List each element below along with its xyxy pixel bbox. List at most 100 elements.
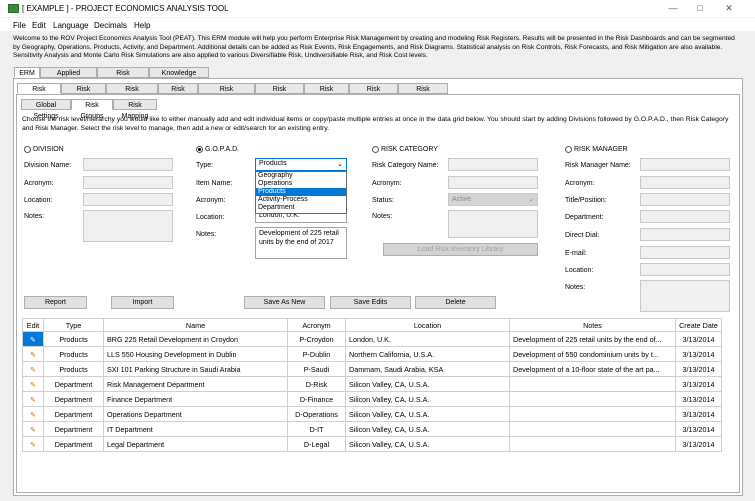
edit-pencil-icon[interactable]: ✎	[22, 436, 44, 452]
menu-language[interactable]: Language	[53, 21, 89, 30]
risk-manager-direct-dial-field[interactable]	[640, 228, 730, 241]
acronym-cell[interactable]: D-Finance	[287, 391, 346, 407]
risk-category-radio[interactable]	[372, 146, 379, 153]
option-operations[interactable]: Operations	[256, 180, 346, 188]
type-cell[interactable]: Products	[43, 346, 104, 362]
save-edits-button[interactable]: Save Edits	[330, 296, 411, 309]
acronym-cell[interactable]: P-Croydon	[287, 331, 346, 347]
notes-cell[interactable]	[509, 436, 676, 452]
risk-manager-notes-field[interactable]	[640, 280, 730, 312]
gopad-type-select[interactable]: Products ⌄	[255, 158, 347, 171]
tab-erm[interactable]: ERM	[14, 67, 40, 78]
division-acronym-field[interactable]	[83, 176, 173, 189]
edit-pencil-icon[interactable]: ✎	[22, 376, 44, 392]
gopad-notes-field[interactable]: Development of 225 retail units by the e…	[255, 227, 347, 259]
notes-cell[interactable]: Development of 550 condominium units by …	[509, 346, 676, 362]
menu-file[interactable]: File	[13, 21, 26, 30]
name-cell[interactable]: BRG 225 Retail Development in Croydon	[103, 331, 288, 347]
table-row[interactable]: ✎ Department Legal Department D-Legal Silico…	[22, 436, 722, 452]
type-cell[interactable]: Department	[43, 391, 104, 407]
risk-manager-radio[interactable]	[565, 146, 572, 153]
type-cell[interactable]: Department	[43, 421, 104, 437]
col-name-header[interactable]: Name	[103, 318, 288, 332]
location-cell[interactable]: Silicon Valley, CA, U.S.A.	[345, 421, 510, 437]
col-notes-header[interactable]: Notes	[509, 318, 676, 332]
type-cell[interactable]: Products	[43, 331, 104, 347]
notes-cell[interactable]: Development of a 10-floor state of the a…	[509, 361, 676, 377]
location-cell[interactable]: Silicon Valley, CA, U.S.A.	[345, 391, 510, 407]
tab-risk-dashboard[interactable]: Risk Dashboard	[106, 83, 158, 104]
tab-risk-mitigation[interactable]: Risk Mitigation	[398, 83, 448, 104]
acronym-cell[interactable]: D-Legal	[287, 436, 346, 452]
risk-manager-title-position-field[interactable]	[640, 193, 730, 206]
import-button[interactable]: Import	[111, 296, 174, 309]
col-edit-header[interactable]: Edit	[22, 318, 44, 332]
name-cell[interactable]: Finance Department	[103, 391, 288, 407]
division-notes-field[interactable]	[83, 210, 173, 242]
tab-knowledge-center[interactable]: Knowledge Center	[149, 67, 209, 88]
tab-applied-analytics[interactable]: Applied Analytics	[40, 67, 97, 88]
maximize-icon[interactable]: □	[687, 2, 713, 15]
create-date-cell[interactable]: 3/13/2014	[675, 331, 722, 347]
table-row[interactable]: ✎ Products BRG 225 Retail Development in C…	[22, 331, 722, 347]
notes-cell[interactable]	[509, 421, 676, 437]
menu-edit[interactable]: Edit	[32, 21, 46, 30]
name-cell[interactable]: IT Department	[103, 421, 288, 437]
name-cell[interactable]: Operations Department	[103, 406, 288, 422]
tab-risk-diagrams[interactable]: Risk Diagrams	[255, 83, 304, 104]
option-activity-process[interactable]: Activity-Process	[256, 196, 346, 204]
create-date-cell[interactable]: 3/13/2014	[675, 436, 722, 452]
table-row[interactable]: ✎ Department Finance Department D-Finance Si…	[22, 391, 722, 407]
edit-pencil-icon[interactable]: ✎	[22, 391, 44, 407]
notes-cell[interactable]	[509, 376, 676, 392]
tab-risk-register[interactable]: Risk Register	[61, 83, 106, 104]
col-location-header[interactable]: Location	[345, 318, 510, 332]
type-cell[interactable]: Department	[43, 376, 104, 392]
risk-category-acronym-field[interactable]	[448, 176, 538, 189]
create-date-cell[interactable]: 3/13/2014	[675, 421, 722, 437]
save-as-new-button[interactable]: Save As New	[244, 296, 325, 309]
menu-decimals[interactable]: Decimals	[94, 21, 127, 30]
create-date-cell[interactable]: 3/13/2014	[675, 391, 722, 407]
risk-manager-email-field[interactable]	[640, 246, 730, 259]
tab-risk-simulation[interactable]: Risk Simulation	[97, 67, 149, 88]
table-row[interactable]: ✎ Department IT Department D-IT Silicon Vall…	[22, 421, 722, 437]
location-cell[interactable]: Silicon Valley, CA, U.S.A.	[345, 376, 510, 392]
name-cell[interactable]: Risk Management Department	[103, 376, 288, 392]
location-cell[interactable]: Dammam, Saudi Arabia, KSA	[345, 361, 510, 377]
notes-cell[interactable]	[509, 391, 676, 407]
col-type-header[interactable]: Type	[43, 318, 104, 332]
close-icon[interactable]: ✕	[716, 2, 742, 15]
table-row[interactable]: ✎ Products LLS 550 Housing Development in …	[22, 346, 722, 362]
notes-cell[interactable]	[509, 406, 676, 422]
report-button[interactable]: Report	[24, 296, 87, 309]
division-name-field[interactable]	[83, 158, 173, 171]
acronym-cell[interactable]: D-Operations	[287, 406, 346, 422]
acronym-cell[interactable]: D-IT	[287, 421, 346, 437]
col-create-date-header[interactable]: Create Date	[675, 318, 722, 332]
type-cell[interactable]: Department	[43, 436, 104, 452]
acronym-cell[interactable]: P-Saudi	[287, 361, 346, 377]
risk-manager-acronym-field[interactable]	[640, 176, 730, 189]
table-row[interactable]: ✎ Department Operations Department D-Operat…	[22, 406, 722, 422]
delete-button[interactable]: Delete	[415, 296, 496, 309]
tab-risk-forecasts[interactable]: Risk Forecasts	[349, 83, 398, 104]
minimize-icon[interactable]: —	[660, 2, 686, 15]
col-acronym-header[interactable]: Acronym	[287, 318, 346, 332]
option-department[interactable]: Department	[256, 204, 346, 212]
create-date-cell[interactable]: 3/13/2014	[675, 346, 722, 362]
type-cell[interactable]: Products	[43, 361, 104, 377]
edit-pencil-icon[interactable]: ✎	[22, 346, 44, 362]
table-row[interactable]: ✎ Department Risk Management Department D-R…	[22, 376, 722, 392]
tab-global-settings[interactable]: Global Settings	[21, 99, 71, 120]
acronym-cell[interactable]: D-Risk	[287, 376, 346, 392]
risk-manager-location-field[interactable]	[640, 263, 730, 276]
name-cell[interactable]: SXI 101 Parking Structure in Saudi Arabi…	[103, 361, 288, 377]
create-date-cell[interactable]: 3/13/2014	[675, 406, 722, 422]
location-cell[interactable]: Silicon Valley, CA, U.S.A.	[345, 406, 510, 422]
tab-risk-controls[interactable]: Risk Controls	[304, 83, 349, 104]
division-radio[interactable]	[24, 146, 31, 153]
table-row[interactable]: ✎ Products SXI 101 Parking Structure in Sa…	[22, 361, 722, 377]
location-cell[interactable]: Silicon Valley, CA, U.S.A.	[345, 436, 510, 452]
risk-category-notes-field[interactable]	[448, 210, 538, 238]
